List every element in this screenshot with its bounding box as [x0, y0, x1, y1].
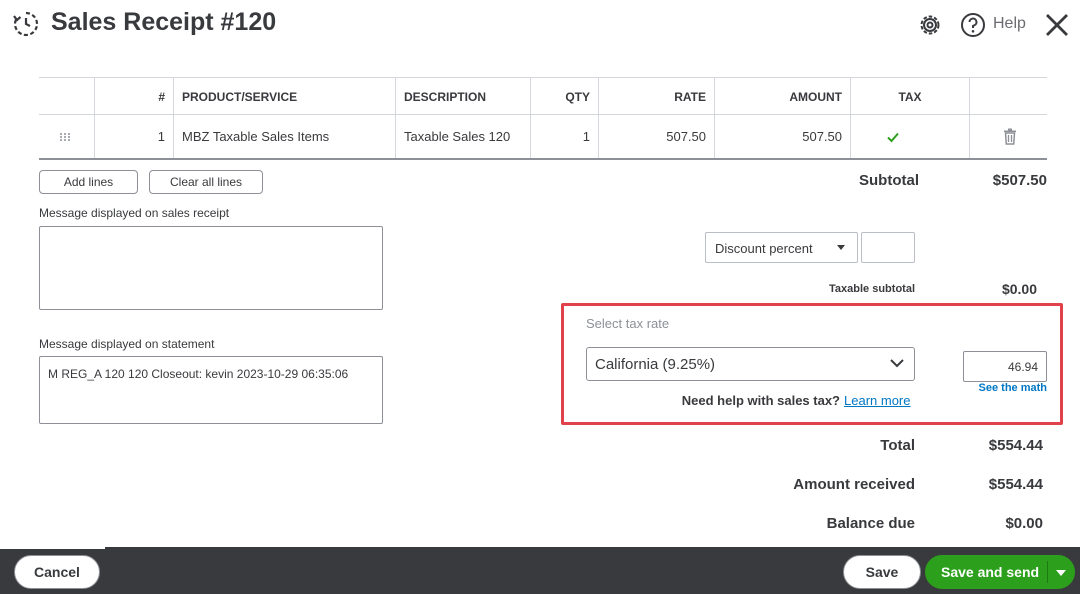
discount-type-select[interactable]: Discount percent — [705, 232, 858, 263]
caret-down-icon — [837, 245, 845, 250]
col-description-header: DESCRIPTION — [395, 78, 530, 114]
drag-handle-icon[interactable] — [59, 132, 71, 142]
discount-value-input[interactable] — [861, 232, 915, 263]
col-actions-header — [969, 78, 1047, 114]
tax-rate-select[interactable]: California (9.25%) — [586, 347, 915, 381]
footer-notch — [0, 547, 105, 549]
taxable-subtotal-label: Taxable subtotal — [829, 283, 915, 295]
product-cell[interactable]: MBZ Taxable Sales Items — [173, 115, 395, 158]
close-icon[interactable] — [1043, 11, 1071, 39]
col-amount-header: AMOUNT — [714, 78, 850, 114]
tax-amount-input[interactable]: 46.94 — [963, 351, 1047, 382]
clear-all-lines-button[interactable]: Clear all lines — [149, 170, 263, 194]
add-lines-button[interactable]: Add lines — [39, 170, 138, 194]
gear-icon[interactable] — [917, 12, 943, 38]
page-title: Sales Receipt #120 — [51, 8, 277, 36]
receipt-message-input[interactable] — [39, 226, 383, 310]
col-tax-header: TAX — [850, 78, 969, 114]
total-label: Total — [880, 437, 915, 454]
sales-tax-help-text: Need help with sales tax? — [681, 393, 840, 408]
learn-more-link[interactable]: Learn more — [844, 393, 910, 408]
qty-cell[interactable]: 1 — [530, 115, 598, 158]
total-value: $554.44 — [988, 437, 1043, 454]
save-and-send-label: Save and send — [941, 564, 1040, 580]
help-icon[interactable] — [960, 12, 986, 38]
tax-rate-value: California (9.25%) — [595, 356, 716, 373]
col-product-header: PRODUCT/SERVICE — [173, 78, 395, 114]
balance-due-value: $0.00 — [1005, 515, 1043, 532]
split-divider — [1047, 561, 1048, 583]
drag-cell[interactable] — [39, 115, 94, 158]
help-link[interactable]: Help — [993, 15, 1026, 33]
line-number: 1 — [94, 115, 173, 158]
table-row[interactable]: 1 MBZ Taxable Sales Items Taxable Sales … — [39, 115, 1047, 160]
table-header-row: # PRODUCT/SERVICE DESCRIPTION QTY RATE A… — [39, 77, 1047, 115]
rate-cell[interactable]: 507.50 — [598, 115, 714, 158]
caret-down-icon[interactable] — [1056, 570, 1066, 576]
save-and-send-button[interactable]: Save and send — [925, 555, 1075, 589]
save-button[interactable]: Save — [843, 555, 921, 589]
col-drag-header — [39, 78, 94, 114]
col-rate-header: RATE — [598, 78, 714, 114]
checkmark-icon — [887, 132, 899, 143]
subtotal-label: Subtotal — [859, 172, 919, 189]
cancel-button[interactable]: Cancel — [14, 555, 100, 589]
amount-received-value: $554.44 — [988, 476, 1043, 493]
chevron-down-icon — [890, 359, 904, 368]
recent-transactions-icon[interactable] — [12, 10, 40, 38]
tax-rate-label: Select tax rate — [586, 316, 670, 331]
taxable-subtotal-value: $0.00 — [1001, 281, 1037, 297]
tax-cell[interactable] — [850, 115, 969, 158]
see-the-math-link[interactable]: See the math — [963, 382, 1047, 394]
receipt-message-label: Message displayed on sales receipt — [39, 206, 230, 220]
amount-received-label: Amount received — [793, 476, 915, 493]
delete-cell[interactable] — [969, 115, 1047, 158]
trash-icon[interactable] — [1003, 128, 1017, 145]
amount-cell[interactable]: 507.50 — [714, 115, 850, 158]
statement-message-label: Message displayed on statement — [39, 337, 215, 351]
description-cell[interactable]: Taxable Sales 120 — [395, 115, 530, 158]
discount-type-value: Discount percent — [715, 241, 813, 256]
subtotal-value: $507.50 — [992, 172, 1047, 189]
balance-due-label: Balance due — [826, 515, 915, 532]
col-qty-header: QTY — [530, 78, 598, 114]
col-num-header: # — [94, 78, 173, 114]
statement-message-input[interactable]: M REG_A 120 120 Closeout: kevin 2023-10-… — [39, 356, 383, 424]
